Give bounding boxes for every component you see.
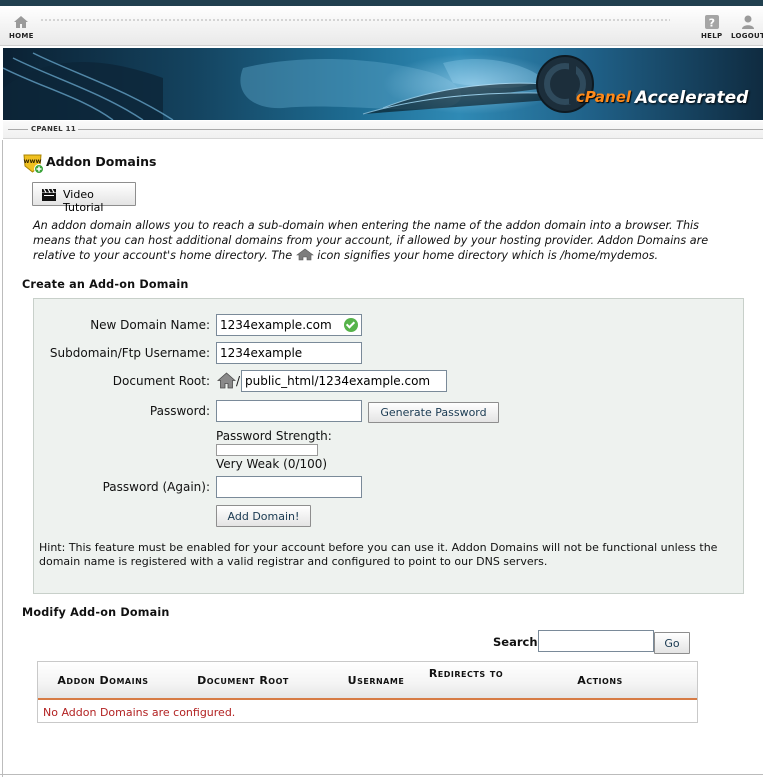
cpanel-banner: cPanel Accelerated xyxy=(3,48,763,120)
password-again-input[interactable] xyxy=(216,476,362,498)
brand-cpanel-text: cPanel xyxy=(576,88,632,106)
generate-password-button[interactable]: Generate Password xyxy=(368,402,499,423)
col-actions: Actions xyxy=(577,674,623,687)
home-directory-icon xyxy=(217,372,236,389)
breadcrumb-line-left xyxy=(8,129,28,130)
banner-graphic xyxy=(3,52,604,120)
home-nav[interactable]: HOME xyxy=(9,14,34,40)
clapperboard-icon xyxy=(42,188,56,201)
help-nav[interactable]: ? HELP xyxy=(701,14,722,40)
left-border xyxy=(2,140,3,777)
top-navigation: HOME ? HELP LOGOUT xyxy=(0,6,763,46)
bottom-border xyxy=(0,774,763,775)
col-addon-domains[interactable]: Addon Domains xyxy=(44,674,162,688)
password-label: Password: xyxy=(149,404,210,418)
intro-text-2: icon signifies your home directory which… xyxy=(313,249,659,263)
brand-accelerated-text: Accelerated xyxy=(635,88,749,108)
home-directory-icon xyxy=(295,249,314,261)
password-strength-bar xyxy=(216,444,318,456)
help-icon: ? xyxy=(704,15,719,30)
svg-text:?: ? xyxy=(708,17,715,30)
col-document-root[interactable]: Document Root xyxy=(178,674,308,688)
subdomain-label: Subdomain/Ftp Username: xyxy=(49,346,210,360)
breadcrumb-cpanel[interactable]: CPANEL 11 xyxy=(31,125,76,133)
document-root-input[interactable]: public_html/1234example.com xyxy=(241,370,447,392)
intro-description: An addon domain allows you to reach a su… xyxy=(33,219,733,264)
create-section-heading: Create an Add-on Domain xyxy=(22,278,189,291)
add-domain-button[interactable]: Add Domain! xyxy=(216,505,311,527)
addon-domains-table: Addon Domains Document Root Username Red… xyxy=(37,661,698,723)
nav-dots-divider xyxy=(40,18,670,22)
password-again-label: Password (Again): xyxy=(102,480,210,494)
new-domain-input[interactable]: 1234example.com xyxy=(216,314,362,336)
logout-label: LOGOUT xyxy=(731,32,763,40)
password-strength-value: Very Weak (0/100) xyxy=(216,457,328,471)
empty-table-message: No Addon Domains are configured. xyxy=(43,706,236,719)
hint-text: Hint: This feature must be enabled for y… xyxy=(39,541,718,568)
addon-domains-www-icon: www xyxy=(23,154,44,174)
password-strength-label: Password Strength: xyxy=(216,429,332,443)
search-label: Search xyxy=(493,635,538,649)
col-redirects-to[interactable]: Redirects to xyxy=(428,667,504,681)
search-input[interactable] xyxy=(538,630,654,652)
col-username[interactable]: Username xyxy=(334,674,418,688)
document-root-label: Document Root: xyxy=(112,374,210,388)
logout-user-icon xyxy=(742,15,755,29)
new-domain-value: 1234example.com xyxy=(220,318,332,332)
valid-check-icon xyxy=(344,318,358,332)
subdomain-value: 1234example xyxy=(220,346,303,360)
home-icon xyxy=(14,16,29,28)
video-tutorial-label: Video Tutorial xyxy=(63,188,104,214)
new-domain-label: New Domain Name: xyxy=(90,318,210,332)
breadcrumb: CPANEL 11 xyxy=(3,121,763,139)
document-root-value: public_html/1234example.com xyxy=(245,374,431,388)
modify-section-heading: Modify Add-on Domain xyxy=(22,606,170,619)
subdomain-input[interactable]: 1234example xyxy=(216,342,362,364)
go-button[interactable]: Go xyxy=(654,632,690,654)
help-label: HELP xyxy=(701,32,723,40)
video-tutorial-button[interactable]: Video Tutorial xyxy=(32,182,136,214)
breadcrumb-line-right xyxy=(78,129,763,130)
page-title: Addon Domains xyxy=(46,154,157,169)
logout-nav[interactable]: LOGOUT xyxy=(731,14,763,40)
svg-text:www: www xyxy=(23,157,41,165)
home-label: HOME xyxy=(9,32,34,40)
password-input[interactable] xyxy=(216,400,362,422)
table-header: Addon Domains Document Root Username Red… xyxy=(38,662,697,700)
document-root-slash: / xyxy=(236,374,241,388)
